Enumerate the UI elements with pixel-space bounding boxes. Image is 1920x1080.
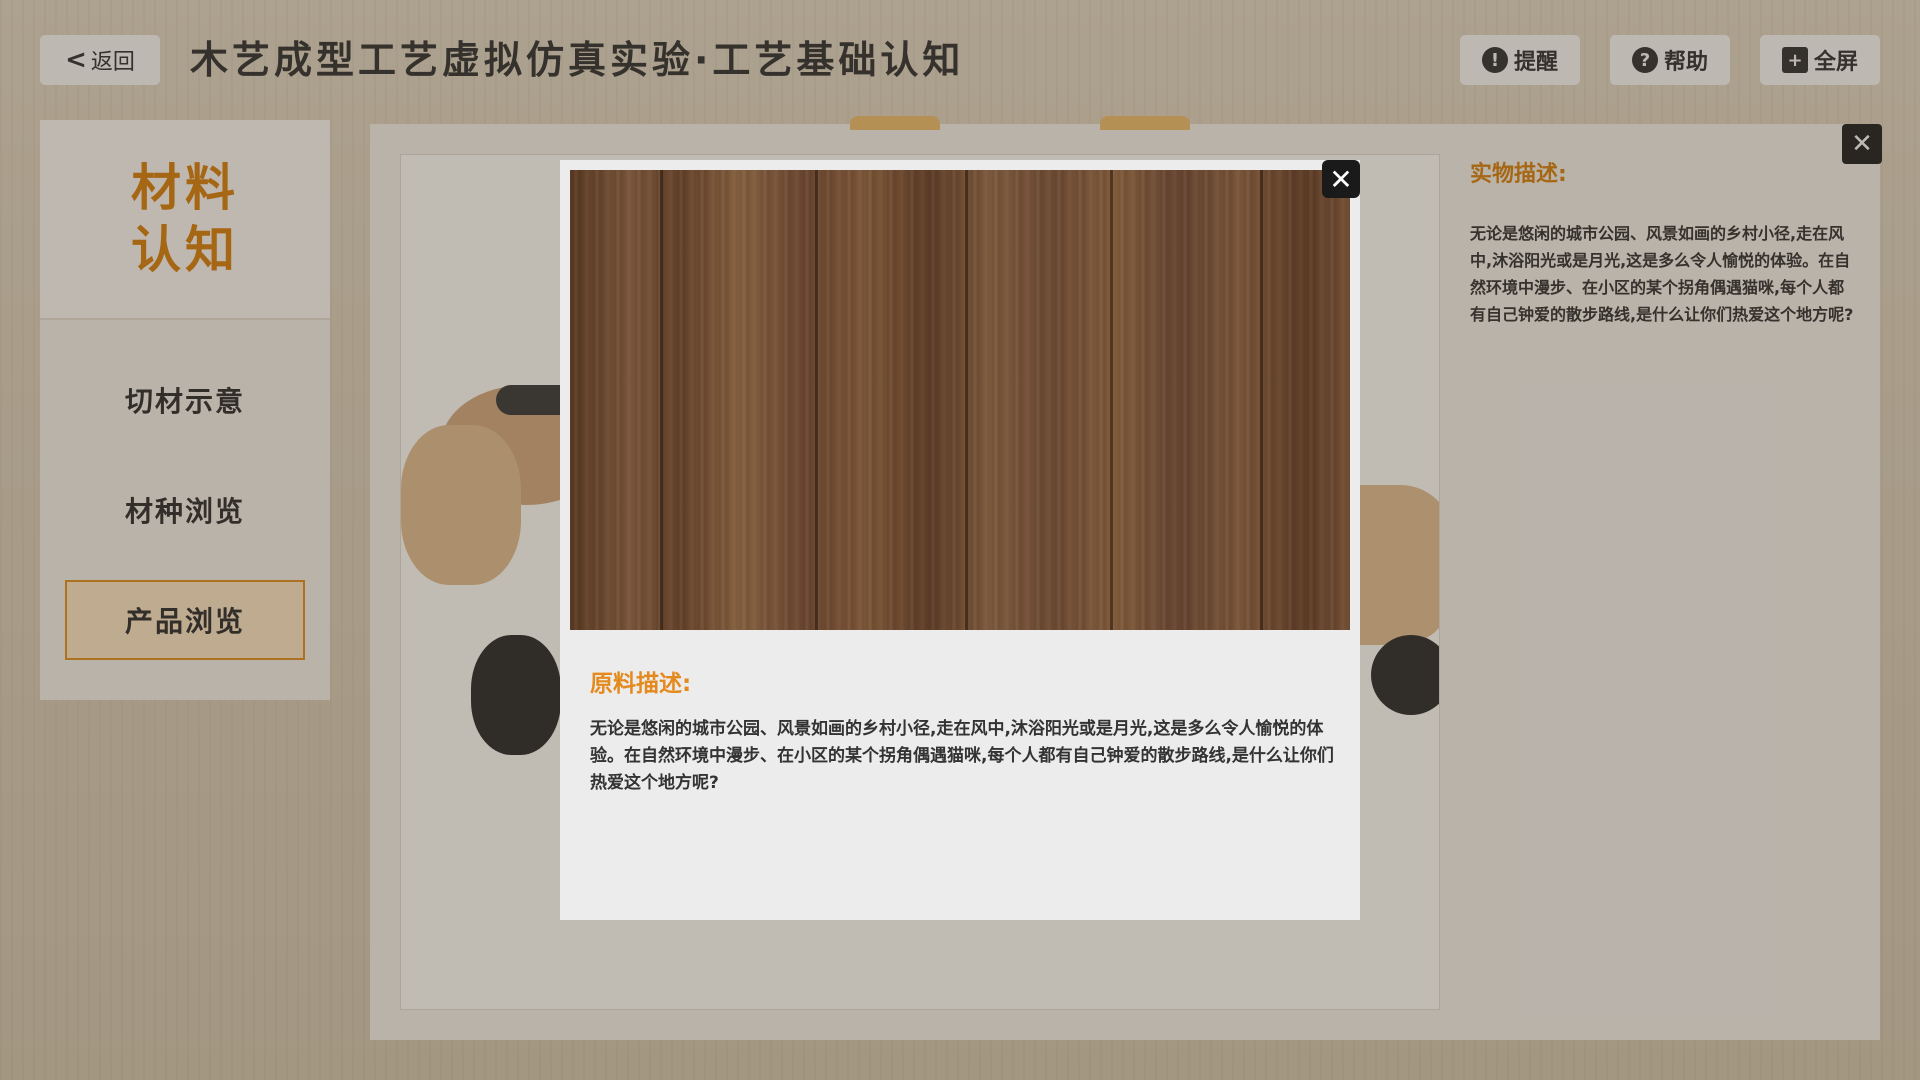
plank-seam [815,170,818,630]
plank-seam [1260,170,1263,630]
modal-close-button[interactable]: ✕ [1322,160,1360,198]
plank-seam [1110,170,1113,630]
plank-seam [965,170,968,630]
close-icon: ✕ [1329,162,1353,196]
modal-description: 无论是悠闲的城市公园、风景如画的乡村小径,走在风中,沐浴阳光或是月光,这是多么令… [590,719,1334,793]
material-modal [560,160,1360,920]
modal-subtitle: 原料描述: [590,671,692,697]
wood-texture-image [570,170,1350,630]
plank-seam [660,170,663,630]
